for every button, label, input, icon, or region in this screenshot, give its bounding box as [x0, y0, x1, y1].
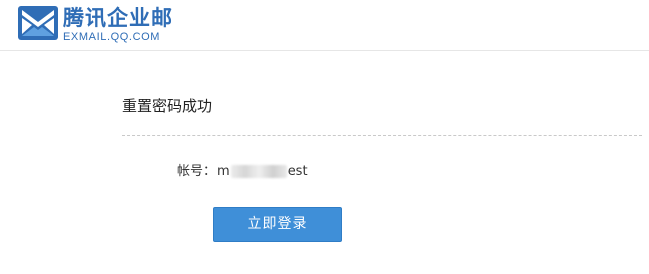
page: 腾讯企业邮 EXMAIL.QQ.COM 重置密码成功 帐号： m est 立即登… — [0, 0, 649, 274]
login-button[interactable]: 立即登录 — [213, 207, 342, 242]
logo-text: 腾讯企业邮 EXMAIL.QQ.COM — [63, 6, 173, 44]
logo[interactable]: 腾讯企业邮 EXMAIL.QQ.COM — [18, 6, 173, 44]
dashed-divider — [122, 135, 642, 136]
account-label: 帐号： — [177, 164, 217, 179]
envelope-icon — [18, 6, 58, 40]
header: 腾讯企业邮 EXMAIL.QQ.COM — [0, 0, 649, 51]
account-value-start: m — [217, 164, 230, 179]
account-row: 帐号： m est — [177, 163, 308, 180]
logo-title: 腾讯企业邮 — [63, 6, 173, 30]
page-title: 重置密码成功 — [122, 97, 213, 115]
account-redaction — [230, 165, 287, 178]
account-value-end: est — [287, 164, 308, 179]
logo-subtitle: EXMAIL.QQ.COM — [63, 31, 161, 43]
